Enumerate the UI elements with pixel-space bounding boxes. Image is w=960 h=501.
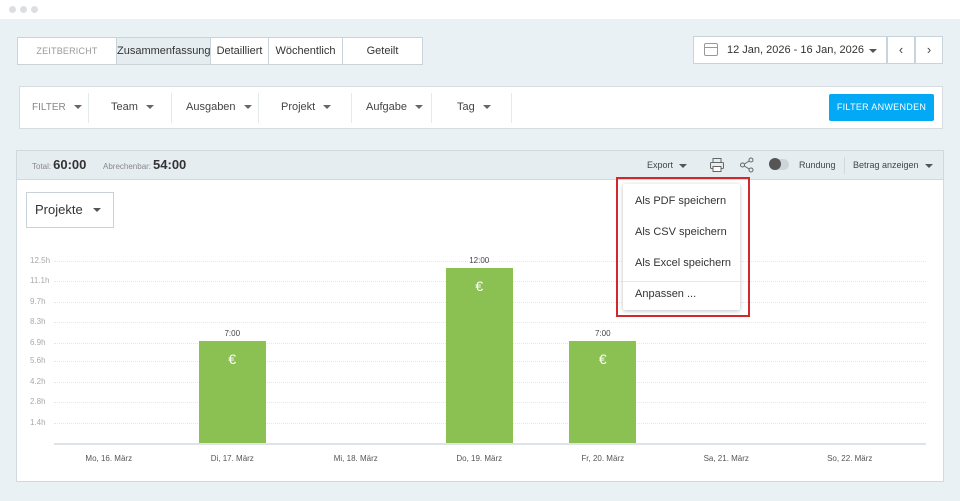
report-tabs: ZEITBERICHT Zusammenfassung Detailliert … <box>17 37 423 65</box>
total-summary: Total: 60:00 <box>32 157 86 172</box>
divider <box>88 93 89 123</box>
filter-aufgabe-label: Aufgabe <box>366 101 407 113</box>
y-tick-label: 4.2h <box>30 376 46 386</box>
calendar-icon <box>704 43 718 56</box>
chevron-down-icon <box>93 208 101 212</box>
date-range-picker[interactable]: 12 Jan, 2026 - 16 Jan, 2026 <box>693 36 887 64</box>
group-by-value: Projekte <box>35 202 83 217</box>
billable-summary: Abrechenbar: 54:00 <box>103 157 186 172</box>
apply-filter-button[interactable]: FILTER ANWENDEN <box>829 94 934 121</box>
filter-ausgaben[interactable]: Ausgaben <box>186 87 252 128</box>
window-dot-icon <box>31 6 38 13</box>
tab-label-zeitbericht: ZEITBERICHT <box>18 38 117 64</box>
bar-value-label: 7:00 <box>224 329 241 339</box>
export-pdf-item[interactable]: Als PDF speichern <box>635 195 726 207</box>
divider <box>844 157 845 174</box>
chevron-down-icon <box>323 105 332 110</box>
filter-projekt[interactable]: Projekt <box>281 87 332 128</box>
menu-divider <box>623 281 740 282</box>
summary-header: Total: 60:00 Abrechenbar: 54:00 Export Run… <box>17 151 943 180</box>
window-dot-icon <box>20 6 27 13</box>
export-excel-item[interactable]: Als Excel speichern <box>635 257 731 269</box>
tab-zusammenfassung[interactable]: Zusammenfassung <box>117 38 211 64</box>
y-tick-label: 11.1h <box>30 276 50 286</box>
chevron-down-icon <box>869 49 877 53</box>
window-titlebar <box>0 0 960 19</box>
tab-woechentlich[interactable]: Wöchentlich <box>269 38 343 64</box>
y-tick-label: 2.8h <box>30 397 46 407</box>
billable-label: Abrechenbar: <box>103 162 152 171</box>
chart-baseline <box>54 443 926 445</box>
chevron-down-icon <box>243 105 252 110</box>
chevron-down-icon <box>924 163 933 168</box>
filter-bar: FILTER Team Ausgaben Projekt Aufgabe Tag <box>19 86 943 129</box>
export-csv-item[interactable]: Als CSV speichern <box>635 226 727 238</box>
y-tick-label: 12.5h <box>30 256 51 265</box>
filter-tag-label: Tag <box>457 101 475 113</box>
chevron-down-icon <box>679 163 688 168</box>
tab-detailliert[interactable]: Detailliert <box>211 38 269 64</box>
x-tick-label: Fr, 20. März <box>581 454 625 463</box>
chart-bar[interactable] <box>445 268 513 443</box>
y-tick-label: 1.4h <box>30 417 46 427</box>
filter-aufgabe[interactable]: Aufgabe <box>366 87 423 128</box>
next-period-button[interactable]: › <box>915 36 943 64</box>
divider <box>431 93 432 123</box>
show-amount-dropdown[interactable]: Betrag anzeigen <box>853 151 933 180</box>
divider <box>351 93 352 123</box>
prev-period-button[interactable]: ‹ <box>887 36 915 64</box>
total-label: Total: <box>32 162 52 171</box>
divider <box>511 93 512 123</box>
filter-label-text: FILTER <box>32 102 66 113</box>
euro-icon: € <box>228 351 237 368</box>
filter-projekt-label: Projekt <box>281 101 316 113</box>
filter-team-label: Team <box>111 101 138 113</box>
rounding-toggle[interactable] <box>769 158 789 170</box>
y-tick-label: 6.9h <box>30 337 46 347</box>
billable-value: 54:00 <box>153 157 187 172</box>
date-range-value: 12 Jan, 2026 - 16 Jan, 2026 <box>727 44 864 56</box>
filter-tag[interactable]: Tag <box>457 87 491 128</box>
export-button[interactable]: Export <box>647 151 688 180</box>
tab-geteilt[interactable]: Geteilt <box>343 38 422 64</box>
euro-icon: € <box>475 278 484 295</box>
export-menu: Als PDF speichern Als CSV speichern Als … <box>623 184 740 310</box>
x-tick-label: Mi, 18. März <box>333 454 378 463</box>
x-tick-label: So, 22. März <box>827 454 873 463</box>
rounding-label: Rundung <box>799 160 836 170</box>
x-tick-label: Sa, 21. März <box>703 454 749 463</box>
group-by-select[interactable]: Projekte <box>26 192 114 228</box>
x-tick-label: Do, 19. März <box>456 454 503 463</box>
x-tick-label: Mo, 16. März <box>85 454 133 463</box>
divider <box>171 93 172 123</box>
euro-icon: € <box>598 351 607 368</box>
chevron-down-icon <box>73 105 82 110</box>
window-dot-icon <box>9 6 16 13</box>
print-icon[interactable] <box>709 157 725 173</box>
bar-value-label: 12:00 <box>469 256 490 266</box>
export-label: Export <box>647 160 674 170</box>
filter-label[interactable]: FILTER <box>32 87 82 128</box>
total-value: 60:00 <box>53 157 87 172</box>
y-tick-label: 9.7h <box>30 296 46 306</box>
share-icon[interactable] <box>739 157 755 173</box>
y-tick-label: 8.3h <box>30 317 46 327</box>
y-tick-label: 5.6h <box>30 356 46 366</box>
chevron-down-icon <box>145 105 154 110</box>
filter-ausgaben-label: Ausgaben <box>186 101 236 113</box>
show-amount-label: Betrag anzeigen <box>853 160 919 170</box>
divider <box>258 93 259 123</box>
x-tick-label: Di, 17. März <box>210 454 254 463</box>
customize-export-item[interactable]: Anpassen ... <box>635 288 696 300</box>
chevron-down-icon <box>482 105 491 110</box>
filter-team[interactable]: Team <box>111 87 154 128</box>
bar-value-label: 7:00 <box>594 329 611 339</box>
chevron-down-icon <box>414 105 423 110</box>
